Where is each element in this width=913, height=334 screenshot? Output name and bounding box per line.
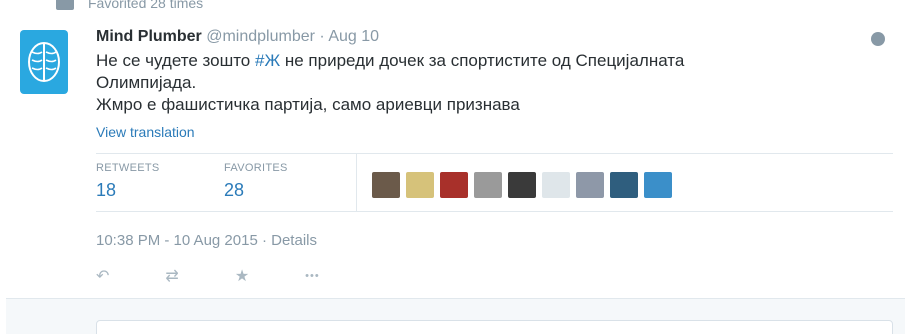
reply-icon[interactable]: ↶ [96, 266, 109, 286]
avatar[interactable] [20, 30, 68, 94]
tweet-text: Не се чудете зошто #Ж не приреди дочек з… [96, 50, 896, 116]
retweet-icon[interactable]: ⇄ [165, 266, 178, 286]
favorited-count-text: Favorited 28 times [88, 0, 204, 11]
favoriter-avatar[interactable] [406, 172, 434, 198]
stats-divider-top [96, 153, 893, 154]
globe-icon [871, 32, 885, 46]
tweet-timestamp: 10:38 PM - 10 Aug 2015 · Details [96, 232, 317, 249]
view-translation-link[interactable]: View translation [96, 124, 195, 140]
favorites-count: 28 [224, 180, 245, 200]
favorites-stat[interactable]: FAVORITES 28 [224, 162, 288, 201]
tweet-line-2: Олимпијада. [96, 73, 197, 92]
more-options-button[interactable]: ••• [305, 270, 320, 282]
retweets-stat[interactable]: RETWEETS 18 [96, 162, 160, 201]
reply-input[interactable] [96, 320, 893, 334]
favoriter-avatars [372, 172, 672, 198]
hashtag-link[interactable]: #Ж [255, 51, 280, 70]
favoriter-avatar[interactable] [508, 172, 536, 198]
favoriter-avatar[interactable] [644, 172, 672, 198]
favorited-context: Favorited 28 times [56, 0, 203, 12]
favoriter-avatar[interactable] [576, 172, 604, 198]
tweet-line-3: Жмро е фашистичка партија, само ариевци … [96, 95, 520, 114]
author-fullname[interactable]: Mind Plumber [96, 28, 202, 45]
author-username[interactable]: @mindplumber [206, 28, 315, 45]
tweet-line-1-start: Не се чудете зошто [96, 51, 255, 70]
favoriter-avatar[interactable] [372, 172, 400, 198]
stats-divider-bottom [96, 211, 893, 212]
favoriter-avatar[interactable] [440, 172, 468, 198]
tweet-line-1: Не се чудете зошто #Ж не приреди дочек з… [96, 50, 896, 72]
details-link[interactable]: · Details [262, 232, 317, 249]
favoriter-avatar[interactable] [610, 172, 638, 198]
retweets-count: 18 [96, 180, 117, 200]
timestamp-text: 10:38 PM - 10 Aug 2015 [96, 232, 258, 249]
retweets-label: RETWEETS [96, 162, 160, 174]
brain-icon [28, 42, 60, 82]
favorites-label: FAVORITES [224, 162, 288, 174]
tweet-actions: ↶ ⇄ ★ ••• [96, 266, 320, 286]
tweet-header: Mind Plumber @mindplumber · Aug 10 [96, 28, 379, 46]
favoriter-avatar[interactable] [474, 172, 502, 198]
star-icon[interactable]: ★ [235, 266, 249, 286]
stats-divider-vertical [356, 153, 357, 211]
star-badge-icon [56, 0, 74, 10]
header-separator: · [319, 28, 325, 45]
tweet-time-link[interactable]: Aug 10 [328, 28, 379, 45]
favoriter-avatar[interactable] [542, 172, 570, 198]
tweet-line-1-end: не приреди дочек за спортистите од Специ… [280, 51, 685, 70]
